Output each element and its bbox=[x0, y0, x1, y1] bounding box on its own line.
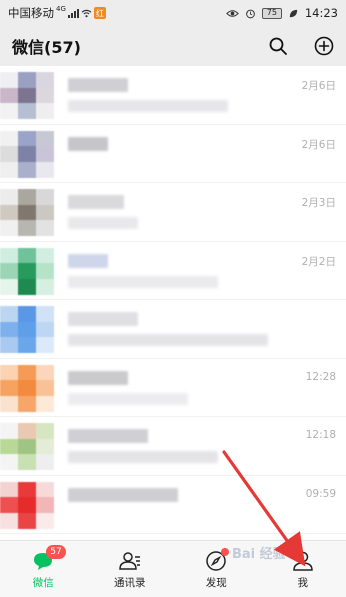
chat-name-redacted bbox=[68, 487, 178, 502]
tab-contacts[interactable]: 通讯录 bbox=[87, 541, 174, 597]
person-icon bbox=[292, 551, 313, 571]
chat-time: 2月3日 bbox=[301, 197, 336, 209]
battery-icon: 75 bbox=[261, 7, 282, 19]
search-icon[interactable] bbox=[268, 36, 288, 56]
alarm-icon bbox=[245, 9, 255, 18]
status-bar: 中国移动 4G 红 75 14:23 bbox=[0, 0, 346, 26]
chat-name-redacted bbox=[68, 370, 128, 385]
chat-row[interactable]: 2月6日 bbox=[0, 125, 346, 183]
chat-row[interactable]: 2月3日 bbox=[0, 183, 346, 242]
chat-row[interactable]: 09:59 bbox=[0, 476, 346, 534]
chat-preview-redacted bbox=[68, 451, 218, 463]
avatar bbox=[0, 247, 54, 295]
eye-icon bbox=[226, 9, 239, 17]
chat-row[interactable]: 2月6日 bbox=[0, 66, 346, 125]
header-actions bbox=[268, 36, 334, 56]
chat-time: 12:28 bbox=[305, 370, 336, 383]
bottom-tab-bar: 微信 57 通讯录 发现 我 bbox=[0, 540, 346, 597]
page-title: 微信(57) bbox=[12, 38, 81, 57]
avatar bbox=[0, 481, 54, 529]
tab-label: 发现 bbox=[205, 576, 227, 589]
chat-preview-redacted bbox=[68, 275, 218, 288]
chat-preview-redacted bbox=[68, 334, 268, 346]
chat-name-redacted bbox=[68, 312, 138, 326]
chat-preview-redacted bbox=[68, 217, 138, 229]
plus-circle-icon[interactable] bbox=[314, 36, 334, 56]
chat-preview-redacted bbox=[68, 100, 228, 112]
chat-row[interactable]: 2月2日 bbox=[0, 242, 346, 300]
avatar bbox=[0, 189, 54, 236]
tab-label: 微信 bbox=[32, 576, 54, 589]
chat-name-redacted bbox=[68, 136, 108, 151]
tab-label: 通讯录 bbox=[114, 576, 146, 589]
tab-label: 我 bbox=[297, 576, 309, 589]
avatar bbox=[0, 423, 54, 470]
new-dot-badge bbox=[221, 548, 229, 556]
contacts-icon bbox=[118, 551, 140, 570]
chat-preview-redacted bbox=[68, 392, 188, 405]
unread-badge: 57 bbox=[46, 545, 66, 559]
app-header: 微信(57) bbox=[0, 26, 346, 66]
wifi-icon bbox=[81, 9, 92, 17]
clock: 14:23 bbox=[304, 6, 338, 20]
avatar bbox=[0, 364, 54, 412]
chat-name-redacted bbox=[68, 253, 108, 268]
status-right: 75 14:23 bbox=[226, 6, 338, 20]
chat-name-redacted bbox=[68, 429, 148, 443]
carrier-label: 中国移动 bbox=[8, 6, 54, 20]
signal-icon bbox=[67, 8, 79, 18]
chat-time: 09:59 bbox=[305, 487, 336, 500]
tab-me[interactable]: 我 bbox=[260, 541, 346, 597]
status-left: 中国移动 4G 红 bbox=[8, 5, 106, 21]
chat-name-redacted bbox=[68, 195, 124, 209]
chat-name-redacted bbox=[68, 78, 128, 92]
chat-row[interactable]: 12:28 bbox=[0, 359, 346, 417]
tab-chats[interactable]: 微信 57 bbox=[0, 541, 87, 597]
chat-time: 2月2日 bbox=[301, 255, 336, 268]
chat-list: 2月6日 2月6日 2月3日 2月2日 12:28 12:18 09:59 bbox=[0, 66, 346, 540]
tab-discover[interactable]: 发现 bbox=[173, 541, 260, 597]
chat-time: 12:18 bbox=[305, 429, 336, 441]
app-notification-icon: 红 bbox=[93, 7, 106, 19]
avatar bbox=[0, 130, 54, 178]
chat-time: 2月6日 bbox=[301, 80, 336, 92]
chat-row[interactable]: 12:18 bbox=[0, 417, 346, 476]
avatar bbox=[0, 72, 54, 119]
chat-time: 2月6日 bbox=[301, 138, 336, 151]
avatar bbox=[0, 306, 54, 353]
leaf-icon bbox=[289, 9, 298, 17]
network-tag: 4G bbox=[56, 5, 66, 13]
chat-row[interactable] bbox=[0, 300, 346, 359]
